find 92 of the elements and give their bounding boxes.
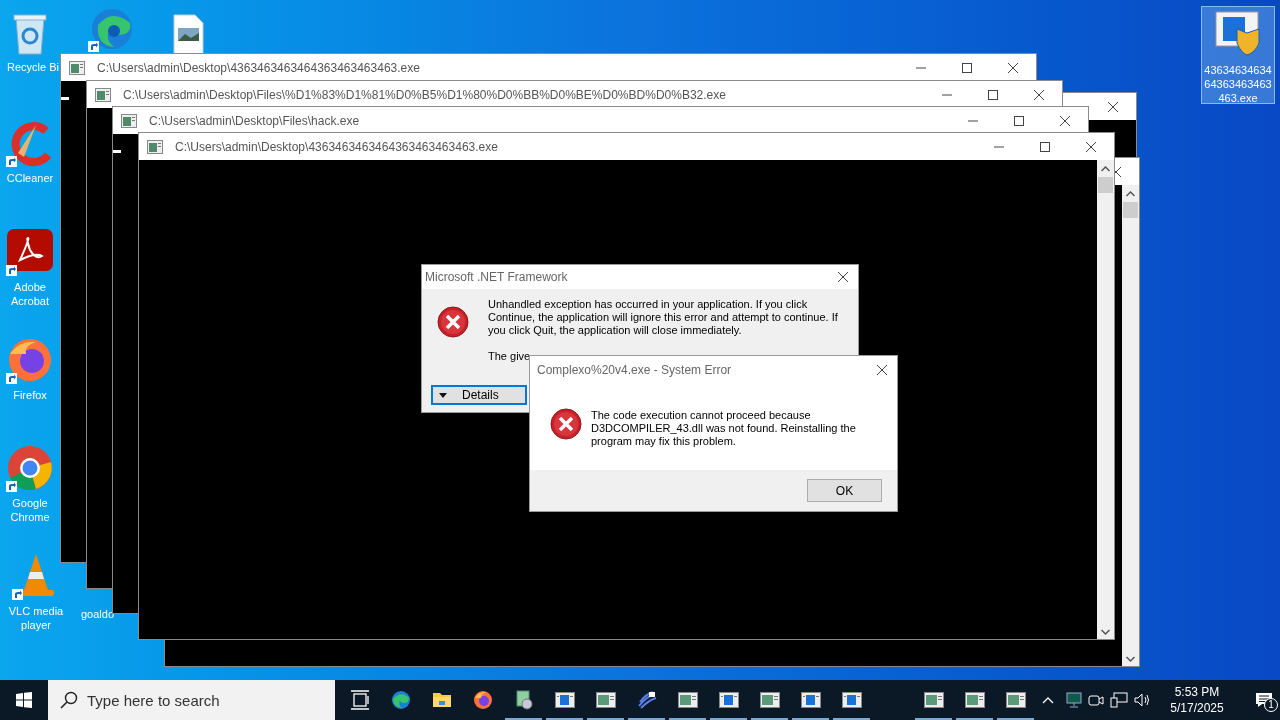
running-indicator (710, 718, 747, 720)
task-view-icon[interactable] (349, 690, 370, 710)
window-title: C:\Users\admin\Desktop\Files\hack.exe (149, 112, 360, 130)
close-icon[interactable] (838, 271, 849, 283)
image-file-icon[interactable] (172, 14, 204, 55)
maximize-icon[interactable] (1040, 141, 1050, 152)
monitor-icon[interactable] (1066, 692, 1082, 708)
running-indicator (505, 718, 542, 720)
maximize-icon[interactable] (1014, 115, 1024, 126)
search-field[interactable]: Type here to search (48, 680, 335, 720)
ok-button[interactable]: OK (807, 479, 882, 502)
caret-icon (439, 392, 447, 398)
speaker-icon[interactable] (1134, 692, 1152, 708)
console-icon[interactable] (964, 690, 985, 710)
window-title: C:\Users\admin\Desktop\4363463463464363463463463.exe (175, 138, 498, 156)
error-icon (550, 408, 582, 440)
firefox-icon[interactable] (6, 336, 54, 384)
console-icon[interactable] (718, 690, 739, 710)
scrollbar[interactable] (1097, 160, 1114, 639)
window-shield-icon[interactable] (1215, 11, 1261, 57)
running-indicator (546, 718, 583, 720)
scroll-up-icon[interactable] (1101, 166, 1110, 172)
close-icon[interactable] (877, 364, 888, 376)
console-icon (69, 60, 85, 75)
window-title: C:\Users\admin\Desktop\Files\%D1%83%D1%81%D0%B5%D1%80%D0%BB%D0%BE%D0%BD%D0%B32.exe (123, 86, 726, 104)
wave-app-icon[interactable] (636, 690, 657, 710)
chevron-up-icon[interactable] (1042, 696, 1054, 704)
running-indicator (997, 718, 1034, 720)
running-indicator (751, 718, 788, 720)
scroll-up-icon[interactable] (1126, 191, 1135, 197)
error-icon (437, 306, 469, 338)
running-indicator (792, 718, 829, 720)
dialog-title: Complexo%20v4.exe - System Error (537, 362, 732, 379)
maximize-icon[interactable] (962, 62, 972, 73)
console-icon[interactable] (554, 690, 575, 710)
console-icon[interactable] (800, 690, 821, 710)
firefox-icon[interactable] (472, 690, 493, 710)
icon-label[interactable]: Google Chrome (1, 496, 59, 524)
close-icon[interactable] (1108, 101, 1118, 112)
icon-label[interactable]: CCleaner (5, 171, 55, 185)
icon-label[interactable]: Adobe Acrobat (1, 280, 59, 308)
dialog-title: Microsoft .NET Framework (425, 269, 568, 286)
close-icon[interactable] (1008, 62, 1018, 73)
windows-start-icon[interactable] (16, 692, 32, 708)
running-indicator (956, 718, 993, 720)
console-icon[interactable] (677, 690, 698, 710)
chrome-icon[interactable] (6, 444, 54, 492)
error-message: Unhandled exception has occurred in your application. If you click Continue, the application will ignore this error and attempt to continue. If you click Quit, the application will close immediately. (488, 298, 838, 337)
close-icon[interactable] (1086, 141, 1096, 152)
close-icon[interactable] (1034, 89, 1044, 100)
text-cursor (61, 97, 69, 100)
console-icon[interactable] (923, 690, 944, 710)
maximize-icon[interactable] (988, 89, 998, 100)
scroll-thumb[interactable] (1123, 202, 1138, 218)
running-indicator (915, 718, 952, 720)
installer-icon[interactable] (513, 690, 534, 710)
error-message: The code execution cannot proceed because D3DCOMPILER_43.dll was not found. Reinstalling the program may fix this problem. (591, 409, 857, 449)
notification-count: 1 (1264, 698, 1278, 712)
camera-icon[interactable] (1088, 692, 1104, 708)
icon-label[interactable]: Recycle Bi (6, 60, 60, 74)
scroll-down-icon[interactable] (1126, 656, 1135, 662)
console-icon[interactable] (1005, 690, 1026, 710)
running-indicator (669, 718, 706, 720)
details-button[interactable]: Details (431, 385, 527, 405)
clock-time[interactable]: 5:53 PM (1174, 684, 1220, 700)
console-icon (95, 87, 111, 102)
scroll-thumb[interactable] (1098, 177, 1113, 193)
folder-icon[interactable] (431, 690, 452, 710)
console-icon (121, 113, 137, 128)
icon-label[interactable]: 4363463463464363463463463.exe (1203, 63, 1273, 105)
scroll-down-icon[interactable] (1101, 629, 1110, 635)
pdf-icon[interactable] (6, 228, 54, 276)
error-detail: The give (488, 350, 532, 363)
text-cursor (113, 150, 121, 153)
ccleaner-icon[interactable] (6, 119, 54, 167)
clock-date[interactable]: 5/17/2025 (1170, 700, 1224, 716)
console-icon[interactable] (841, 690, 862, 710)
console-icon (147, 139, 163, 154)
edge-icon[interactable] (390, 690, 411, 710)
search-icon (60, 691, 78, 709)
console-icon[interactable] (759, 690, 780, 710)
running-indicator (833, 718, 870, 720)
icon-label[interactable]: VLC media player (1, 604, 71, 632)
close-icon[interactable] (1060, 115, 1070, 126)
console-icon[interactable] (595, 690, 616, 710)
icon-label[interactable]: goaldo (80, 607, 116, 621)
network-icon[interactable] (1110, 692, 1128, 708)
icon-label[interactable]: Firefox (12, 388, 48, 402)
running-indicator (587, 718, 624, 720)
window-title: C:\Users\admin\Desktop\4363463463464363463463463.exe (97, 59, 420, 77)
running-indicator (628, 718, 665, 720)
scrollbar[interactable] (1122, 185, 1139, 666)
